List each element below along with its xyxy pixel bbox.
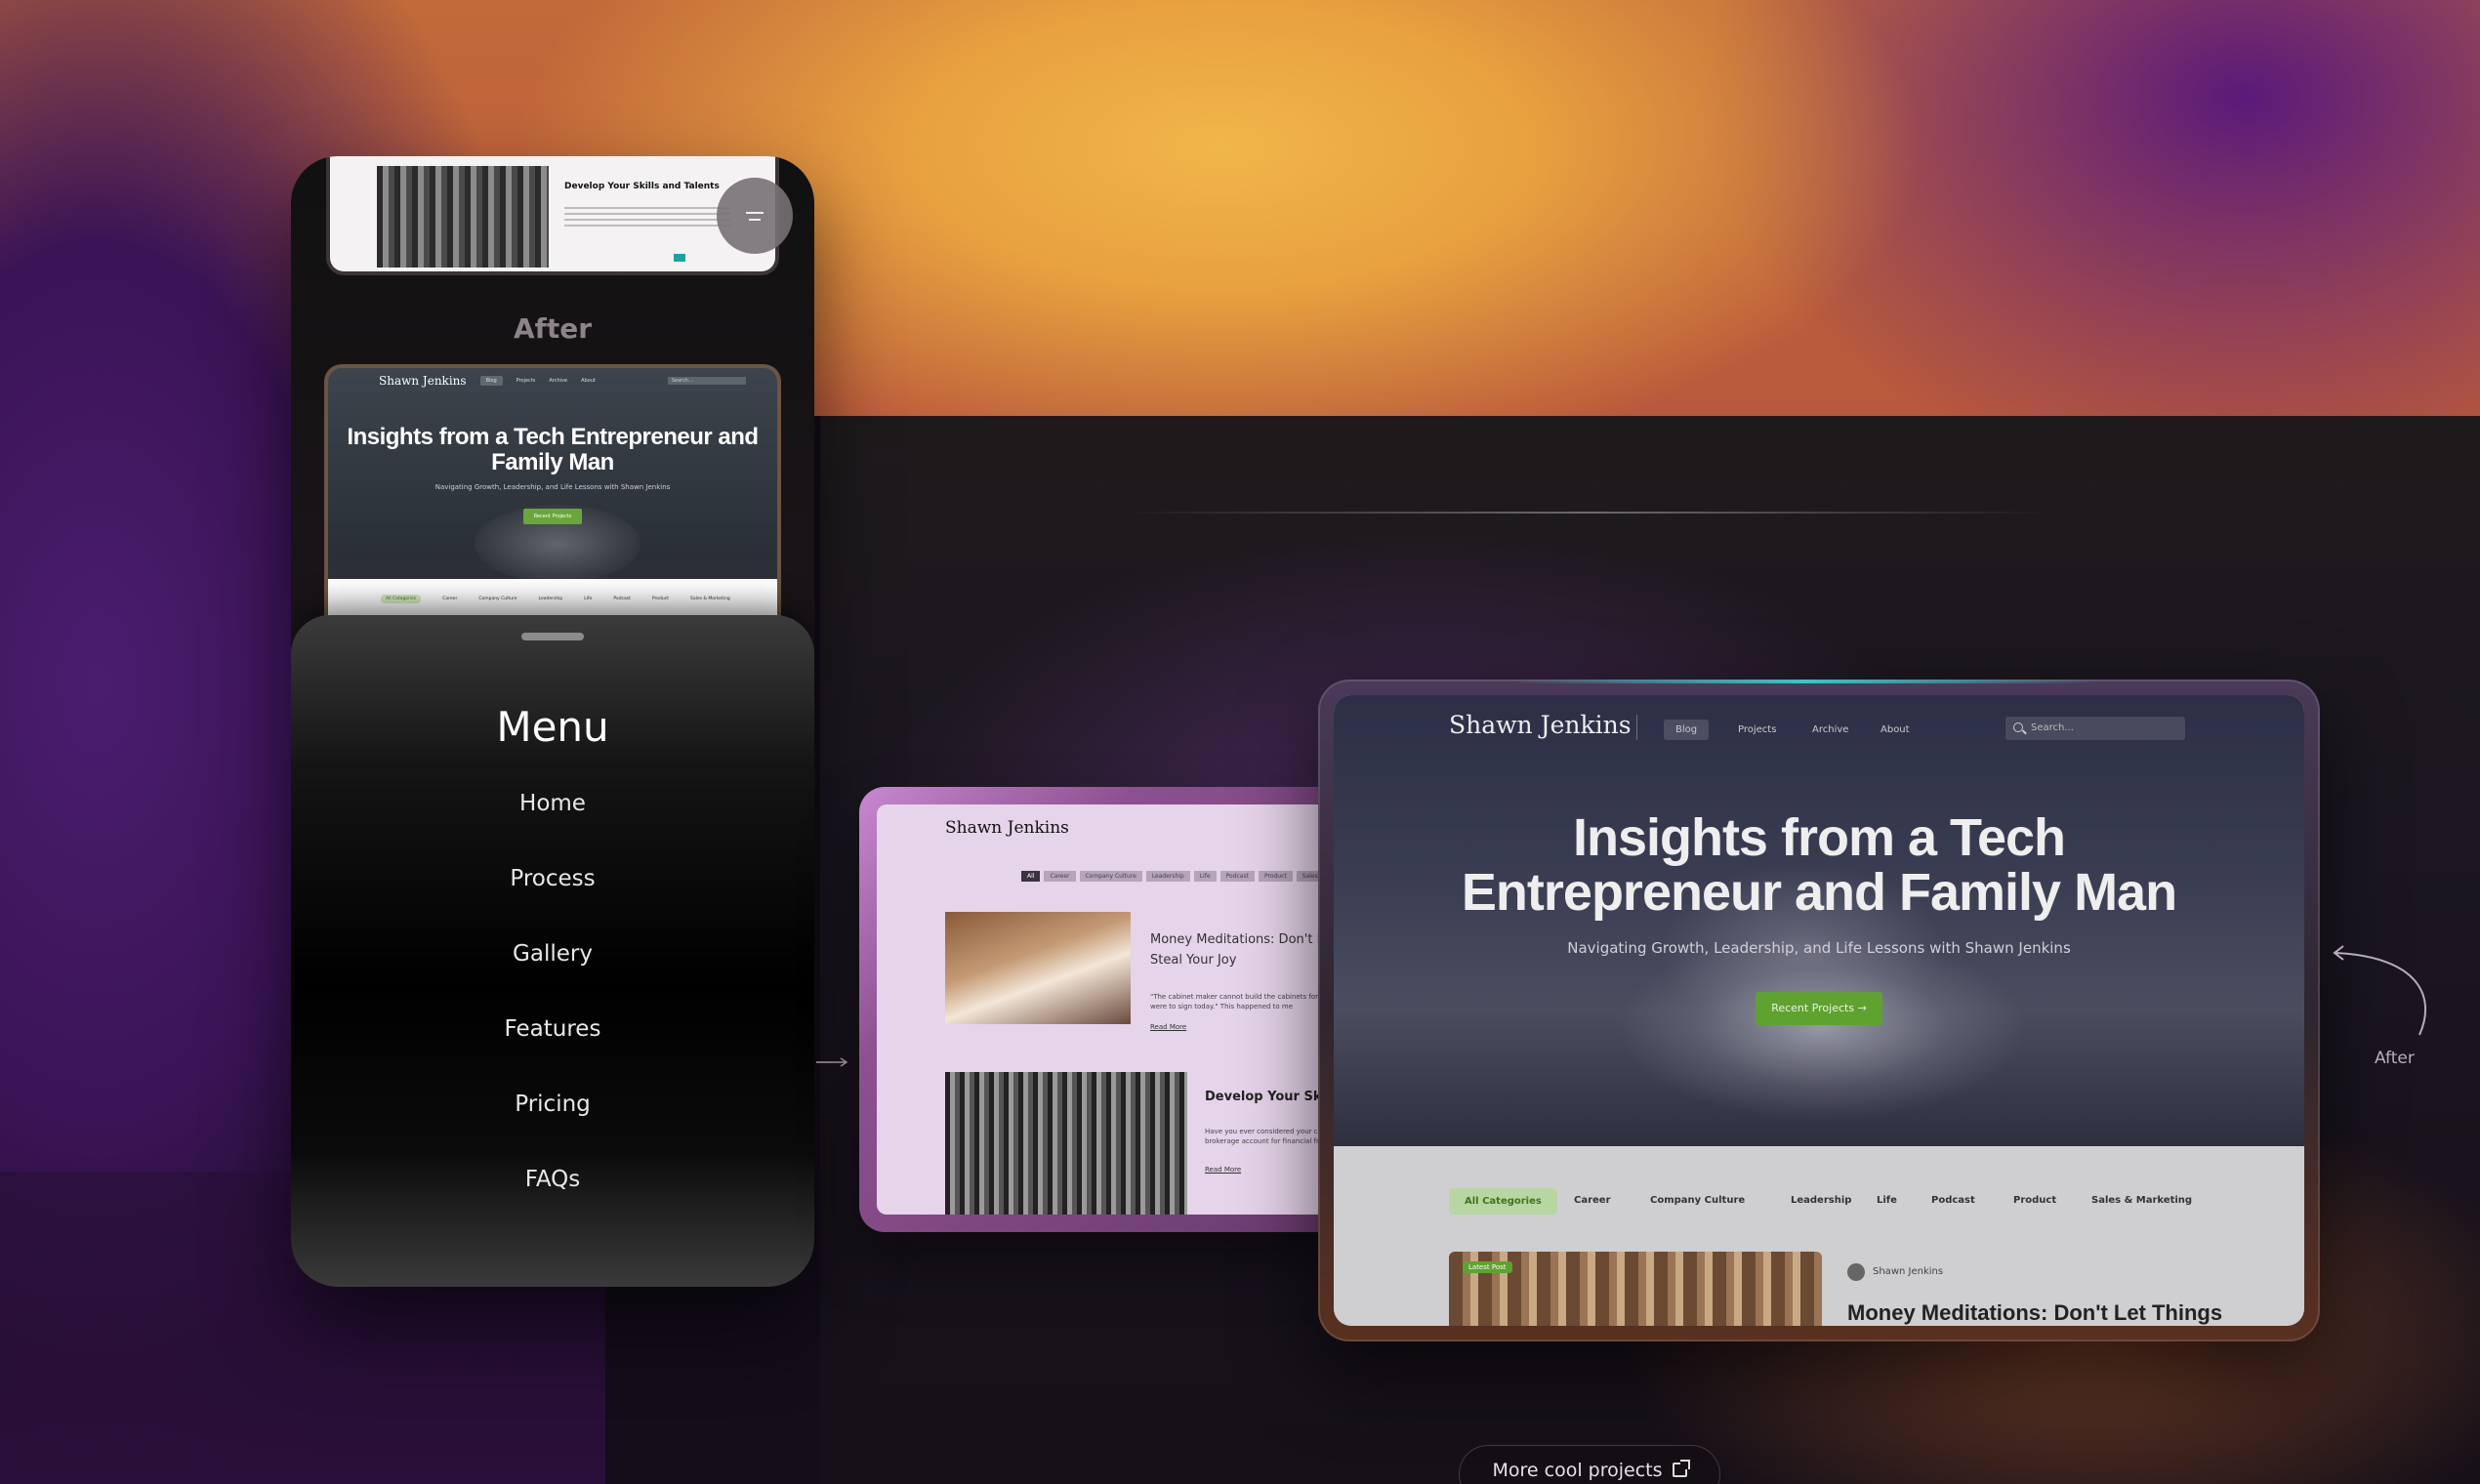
- nav-about[interactable]: About: [1881, 724, 1910, 735]
- mini-category-bar: All Categories Career Company Culture Le…: [328, 579, 777, 618]
- mini-cat-leadership[interactable]: Leadership: [539, 597, 563, 601]
- cat-podcast[interactable]: Podcast: [1931, 1195, 1975, 1206]
- read-more-link[interactable]: Read More: [1205, 1166, 1241, 1174]
- nav-archive[interactable]: Archive: [1812, 724, 1848, 735]
- post-image[interactable]: [945, 1072, 1187, 1215]
- latest-post-badge: Latest Post: [1463, 1261, 1512, 1273]
- nav-blog[interactable]: Blog: [1664, 720, 1710, 740]
- mini-cat-culture[interactable]: Company Culture: [478, 597, 517, 601]
- menu-item-faqs[interactable]: FAQs: [291, 1167, 814, 1192]
- cat-life[interactable]: Life: [1193, 871, 1217, 882]
- cat-sales-marketing[interactable]: Sales & Marketing: [2091, 1195, 2192, 1206]
- hero-title-line2: Entrepreneur and Family Man: [1461, 863, 2177, 922]
- phone-top-card: Develop Your Skills and Talents: [326, 156, 779, 275]
- cat-career[interactable]: Career: [1044, 871, 1076, 882]
- mini-cat-sales[interactable]: Sales & Marketing: [690, 597, 730, 601]
- menu-line-icon: [746, 211, 764, 214]
- card-title: Develop Your Skills and Talents: [564, 182, 720, 191]
- tablet-mockup-homepage: Shawn Jenkins Blog Projects Archive Abou…: [1318, 680, 2320, 1341]
- mini-search-input[interactable]: Search...: [667, 377, 746, 385]
- menu-toggle-button[interactable]: [717, 178, 793, 254]
- menu-item-features[interactable]: Features: [291, 1016, 814, 1042]
- menu-item-home[interactable]: Home: [291, 791, 814, 816]
- hero-subtitle: Navigating Growth, Leadership, and Life …: [1567, 939, 2071, 957]
- mini-nav-blog[interactable]: Blog: [479, 376, 503, 386]
- recent-projects-button[interactable]: Recent Projects →: [1756, 992, 1882, 1025]
- arrow-right-icon: [816, 1057, 848, 1067]
- mini-cat-product[interactable]: Product: [652, 597, 669, 601]
- cat-life[interactable]: Life: [1877, 1195, 1897, 1206]
- menu-line-icon: [749, 218, 761, 221]
- category-filter: All Career Company Culture Leadership Li…: [1021, 871, 1324, 882]
- menu-title: Menu: [496, 703, 609, 751]
- cat-product[interactable]: Product: [2013, 1195, 2056, 1206]
- hero-title: Insights from a Tech Entrepreneur and Fa…: [1334, 810, 2304, 920]
- after-label: After: [513, 312, 593, 345]
- cat-leadership[interactable]: Leadership: [1145, 871, 1190, 882]
- mini-navbar: Shawn Jenkins Blog Projects Archive Abou…: [328, 368, 777, 393]
- mini-recent-projects-button[interactable]: Recent Projects: [523, 509, 582, 524]
- search-input[interactable]: Search...: [2005, 717, 2185, 740]
- more-projects-label: More cool projects: [1492, 1460, 1663, 1481]
- cat-podcast[interactable]: Podcast: [1219, 871, 1255, 882]
- search-icon: [2013, 722, 2023, 732]
- mini-nav-about[interactable]: About: [581, 378, 596, 384]
- menu-item-gallery[interactable]: Gallery: [291, 941, 814, 967]
- avatar: [1847, 1263, 1865, 1281]
- more-projects-button[interactable]: More cool projects: [1459, 1445, 1720, 1484]
- cat-all-categories[interactable]: All Categories: [1449, 1188, 1557, 1215]
- cat-product[interactable]: Product: [1258, 871, 1293, 882]
- mini-hero-title: Insights from a Tech Entrepreneur and Fa…: [347, 424, 759, 475]
- hero-section: Shawn Jenkins Blog Projects Archive Abou…: [1334, 695, 2304, 1146]
- post-author[interactable]: Shawn Jenkins: [1873, 1266, 1943, 1277]
- cat-all[interactable]: All: [1021, 871, 1041, 882]
- phone-mockup: Develop Your Skills and Talents After Sh…: [291, 156, 814, 1287]
- featured-post-title[interactable]: Money Meditations: Don't Let Things: [1847, 1300, 2222, 1326]
- cat-company-culture[interactable]: Company Culture: [1650, 1195, 1745, 1206]
- mini-cat-career[interactable]: Career: [442, 597, 457, 601]
- cat-career[interactable]: Career: [1574, 1195, 1611, 1206]
- card-image: [377, 166, 549, 268]
- sheet-drag-handle[interactable]: [521, 633, 584, 640]
- brand-logo[interactable]: Shawn Jenkins: [1449, 711, 1632, 739]
- search-placeholder: Search...: [2031, 722, 2074, 733]
- mini-brand: Shawn Jenkins: [379, 374, 467, 388]
- mini-hero-subtitle: Navigating Growth, Leadership, and Life …: [434, 483, 671, 491]
- cat-culture[interactable]: Company Culture: [1079, 871, 1142, 882]
- after-annotation: After: [2375, 1049, 2415, 1068]
- nav-projects[interactable]: Projects: [1738, 724, 1776, 735]
- mini-nav-projects[interactable]: Projects: [517, 378, 536, 384]
- curved-arrow-icon: [2333, 945, 2427, 1036]
- mini-cat-life[interactable]: Life: [584, 597, 592, 601]
- external-link-icon: [1672, 1460, 1690, 1477]
- nav-separator: [1636, 715, 1637, 740]
- card-teal-chip: [674, 254, 685, 262]
- blog-list-screen: Shawn Jenkins All Career Company Culture…: [877, 804, 1347, 1215]
- brand-logo[interactable]: Shawn Jenkins: [945, 818, 1069, 838]
- menu-sheet: Menu Home Process Gallery Features Prici…: [291, 615, 814, 1287]
- divider-line: [1123, 512, 2050, 514]
- card-excerpt: [564, 207, 730, 227]
- menu-item-process[interactable]: Process: [291, 866, 814, 891]
- tablet-mockup-blog-list: Shawn Jenkins All Career Company Culture…: [859, 787, 1347, 1232]
- mini-nav-archive[interactable]: Archive: [549, 378, 567, 384]
- menu-item-pricing[interactable]: Pricing: [291, 1092, 814, 1117]
- hero-title-line1: Insights from a Tech: [1572, 808, 2066, 867]
- homepage-screen: Shawn Jenkins Blog Projects Archive Abou…: [1334, 695, 2304, 1326]
- mini-cat-podcast[interactable]: Podcast: [613, 597, 631, 601]
- post-image[interactable]: [945, 912, 1131, 1024]
- cat-leadership[interactable]: Leadership: [1791, 1195, 1851, 1206]
- read-more-link[interactable]: Read More: [1150, 1023, 1186, 1031]
- mini-cat-all[interactable]: All Categories: [381, 594, 422, 603]
